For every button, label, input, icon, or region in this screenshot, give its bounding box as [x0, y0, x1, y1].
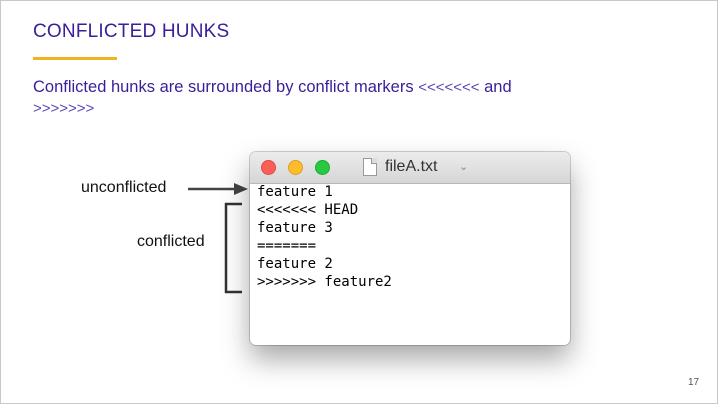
- window-titlebar[interactable]: fileA.txt ⌄: [250, 152, 570, 184]
- file-line: <<<<<<< HEAD: [257, 202, 359, 218]
- body-prefix: Conflicted hunks are surrounded by confl…: [33, 78, 419, 96]
- file-line: feature 2: [257, 256, 333, 272]
- close-window-button[interactable]: [261, 160, 276, 175]
- text-editor-window: fileA.txt ⌄ feature 1 <<<<<<< HEAD featu…: [250, 152, 570, 345]
- file-line: feature 1: [257, 184, 333, 200]
- bracket-icon: [224, 202, 242, 294]
- zoom-window-button[interactable]: [315, 160, 330, 175]
- page-number: 17: [688, 377, 700, 388]
- conflicted-label: conflicted: [137, 233, 205, 250]
- slide: CONFLICTED HUNKS Conflicted hunks are su…: [0, 0, 718, 404]
- body-and: and: [479, 78, 512, 96]
- window-title: fileA.txt: [385, 158, 438, 175]
- unconflicted-label: unconflicted: [81, 179, 167, 196]
- file-line: feature 3: [257, 220, 333, 236]
- chevron-down-icon[interactable]: ⌄: [459, 160, 468, 173]
- slide-title: CONFLICTED HUNKS: [33, 21, 230, 42]
- file-content[interactable]: feature 1 <<<<<<< HEAD feature 3 =======…: [257, 183, 392, 291]
- title-underline: [33, 57, 117, 60]
- arrow-icon: [188, 183, 248, 195]
- minimize-window-button[interactable]: [288, 160, 303, 175]
- marker-close: >>>>>>>: [33, 100, 95, 117]
- file-line: >>>>>>> feature2: [257, 274, 392, 290]
- document-icon: [363, 158, 377, 176]
- slide-body-text: Conflicted hunks are surrounded by confl…: [33, 77, 633, 119]
- file-line: =======: [257, 238, 317, 254]
- marker-open: <<<<<<<: [418, 79, 480, 96]
